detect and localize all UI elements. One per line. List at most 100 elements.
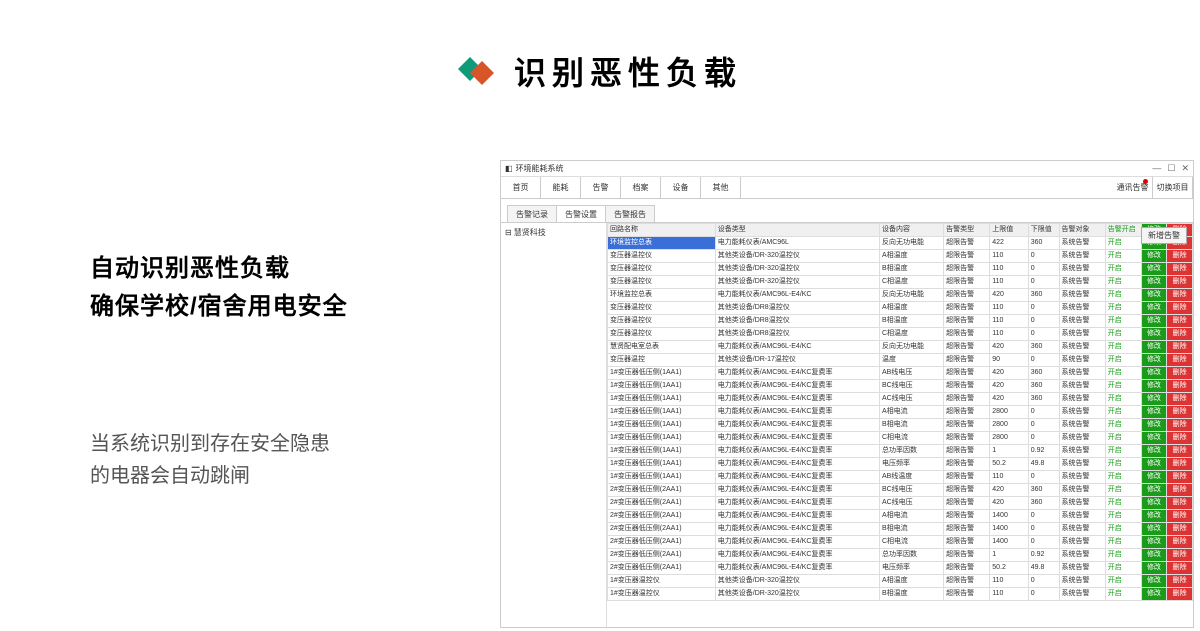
menu-能耗[interactable]: 能耗 <box>541 177 581 198</box>
edit-button[interactable]: 修改 <box>1141 510 1167 523</box>
table-row[interactable]: 环境监控总表电力能耗仪表/AMC96L-E4/KC反向无功电能超限告警42036… <box>608 289 1193 302</box>
tab-告警设置[interactable]: 告警设置 <box>556 205 606 223</box>
delete-button[interactable]: 删除 <box>1167 471 1193 484</box>
delete-button[interactable]: 删除 <box>1167 484 1193 497</box>
delete-button[interactable]: 删除 <box>1167 289 1193 302</box>
menu-right-通讯告警[interactable]: 通讯告警 <box>1113 177 1153 198</box>
edit-button[interactable]: 修改 <box>1141 367 1167 380</box>
tab-告警记录[interactable]: 告警记录 <box>507 205 557 223</box>
tab-告警报告[interactable]: 告警报告 <box>605 205 655 223</box>
edit-button[interactable]: 修改 <box>1141 523 1167 536</box>
menu-其他[interactable]: 其他 <box>701 177 741 198</box>
col-header[interactable]: 设备内容 <box>879 224 943 237</box>
delete-button[interactable]: 删除 <box>1167 536 1193 549</box>
delete-button[interactable]: 删除 <box>1167 250 1193 263</box>
delete-button[interactable]: 删除 <box>1167 458 1193 471</box>
delete-button[interactable]: 删除 <box>1167 562 1193 575</box>
table-row[interactable]: 变压器温控仪其他类设备/DR-320温控仪C相温度超限告警1100系统告警开启修… <box>608 276 1193 289</box>
delete-button[interactable]: 删除 <box>1167 263 1193 276</box>
edit-button[interactable]: 修改 <box>1141 354 1167 367</box>
table-row[interactable]: 1#变压器低压侧(1AA1)电力能耗仪表/AMC96L-E4/KC复费率AB线温… <box>608 471 1193 484</box>
col-header[interactable]: 告警对象 <box>1059 224 1105 237</box>
table-row[interactable]: 变压器温控仪其他类设备/DR8温控仪A相温度超限告警1100系统告警开启修改删除 <box>608 302 1193 315</box>
table-row[interactable]: 2#变压器低压侧(2AA1)电力能耗仪表/AMC96L-E4/KC复费率电压频率… <box>608 562 1193 575</box>
edit-button[interactable]: 修改 <box>1141 328 1167 341</box>
delete-button[interactable]: 删除 <box>1167 523 1193 536</box>
delete-button[interactable]: 删除 <box>1167 406 1193 419</box>
minimize-button[interactable]: — <box>1152 163 1161 174</box>
delete-button[interactable]: 删除 <box>1167 354 1193 367</box>
table-row[interactable]: 2#变压器低压侧(2AA1)电力能耗仪表/AMC96L-E4/KC复费率C相电流… <box>608 536 1193 549</box>
table-row[interactable]: 环境监控总表电力能耗仪表/AMC96L反向无功电能超限告警422360系统告警开… <box>608 237 1193 250</box>
edit-button[interactable]: 修改 <box>1141 302 1167 315</box>
table-row[interactable]: 1#变压器温控仪其他类设备/DR-320温控仪A相温度超限告警1100系统告警开… <box>608 575 1193 588</box>
delete-button[interactable]: 删除 <box>1167 393 1193 406</box>
table-row[interactable]: 2#变压器低压侧(2AA1)电力能耗仪表/AMC96L-E4/KC复费率A相电流… <box>608 510 1193 523</box>
maximize-button[interactable]: ☐ <box>1167 163 1175 174</box>
menu-设备[interactable]: 设备 <box>661 177 701 198</box>
edit-button[interactable]: 修改 <box>1141 588 1167 601</box>
delete-button[interactable]: 删除 <box>1167 549 1193 562</box>
edit-button[interactable]: 修改 <box>1141 497 1167 510</box>
delete-button[interactable]: 删除 <box>1167 445 1193 458</box>
delete-button[interactable]: 删除 <box>1167 276 1193 289</box>
table-row[interactable]: 1#变压器温控仪其他类设备/DR-320温控仪B相温度超限告警1100系统告警开… <box>608 588 1193 601</box>
delete-button[interactable]: 删除 <box>1167 341 1193 354</box>
edit-button[interactable]: 修改 <box>1141 341 1167 354</box>
delete-button[interactable]: 删除 <box>1167 432 1193 445</box>
col-header[interactable]: 下限值 <box>1028 224 1059 237</box>
col-header[interactable]: 设备类型 <box>715 224 879 237</box>
close-button[interactable]: ✕ <box>1181 163 1189 174</box>
delete-button[interactable]: 删除 <box>1167 380 1193 393</box>
table-row[interactable]: 变压器温控仪其他类设备/DR-320温控仪B相温度超限告警1100系统告警开启修… <box>608 263 1193 276</box>
menu-档案[interactable]: 档案 <box>621 177 661 198</box>
delete-button[interactable]: 删除 <box>1167 315 1193 328</box>
edit-button[interactable]: 修改 <box>1141 575 1167 588</box>
col-header[interactable]: 告警开启 <box>1105 224 1141 237</box>
table-row[interactable]: 变压器温控仪其他类设备/DR8温控仪C相温度超限告警1100系统告警开启修改删除 <box>608 328 1193 341</box>
table-row[interactable]: 变压器温控仪其他类设备/DR-320温控仪A相温度超限告警1100系统告警开启修… <box>608 250 1193 263</box>
edit-button[interactable]: 修改 <box>1141 315 1167 328</box>
table-row[interactable]: 1#变压器低压侧(1AA1)电力能耗仪表/AMC96L-E4/KC复费率C相电流… <box>608 432 1193 445</box>
delete-button[interactable]: 删除 <box>1167 575 1193 588</box>
edit-button[interactable]: 修改 <box>1141 549 1167 562</box>
add-alarm-button[interactable]: 新增告警 <box>1141 227 1187 244</box>
table-row[interactable]: 1#变压器低压侧(1AA1)电力能耗仪表/AMC96L-E4/KC复费率A相电流… <box>608 406 1193 419</box>
col-header[interactable]: 告警类型 <box>944 224 990 237</box>
table-row[interactable]: 2#变压器低压侧(2AA1)电力能耗仪表/AMC96L-E4/KC复费率AC线电… <box>608 497 1193 510</box>
edit-button[interactable]: 修改 <box>1141 380 1167 393</box>
edit-button[interactable]: 修改 <box>1141 536 1167 549</box>
edit-button[interactable]: 修改 <box>1141 458 1167 471</box>
table-row[interactable]: 慧贤配电室总表电力能耗仪表/AMC96L-E4/KC反向无功电能超限告警4203… <box>608 341 1193 354</box>
table-row[interactable]: 变压器温控其他类设备/DR-17温控仪温度超限告警900系统告警开启修改删除 <box>608 354 1193 367</box>
menu-首页[interactable]: 首页 <box>501 177 541 198</box>
delete-button[interactable]: 删除 <box>1167 328 1193 341</box>
edit-button[interactable]: 修改 <box>1141 445 1167 458</box>
tree-root-node[interactable]: ⊟ 慧贤科技 <box>505 227 602 238</box>
table-row[interactable]: 2#变压器低压侧(2AA1)电力能耗仪表/AMC96L-E4/KC复费率BC线电… <box>608 484 1193 497</box>
delete-button[interactable]: 删除 <box>1167 510 1193 523</box>
edit-button[interactable]: 修改 <box>1141 484 1167 497</box>
delete-button[interactable]: 删除 <box>1167 367 1193 380</box>
delete-button[interactable]: 删除 <box>1167 419 1193 432</box>
table-row[interactable]: 1#变压器低压侧(1AA1)电力能耗仪表/AMC96L-E4/KC复费率AC线电… <box>608 393 1193 406</box>
table-row[interactable]: 变压器温控仪其他类设备/DR8温控仪B相温度超限告警1100系统告警开启修改删除 <box>608 315 1193 328</box>
table-row[interactable]: 2#变压器低压侧(2AA1)电力能耗仪表/AMC96L-E4/KC复费率B相电流… <box>608 523 1193 536</box>
table-row[interactable]: 1#变压器低压侧(1AA1)电力能耗仪表/AMC96L-E4/KC复费率B相电流… <box>608 419 1193 432</box>
menu-right-切换项目[interactable]: 切换项目 <box>1153 177 1193 198</box>
delete-button[interactable]: 删除 <box>1167 302 1193 315</box>
edit-button[interactable]: 修改 <box>1141 419 1167 432</box>
menu-告警[interactable]: 告警 <box>581 177 621 198</box>
edit-button[interactable]: 修改 <box>1141 263 1167 276</box>
edit-button[interactable]: 修改 <box>1141 562 1167 575</box>
edit-button[interactable]: 修改 <box>1141 250 1167 263</box>
delete-button[interactable]: 删除 <box>1167 497 1193 510</box>
col-header[interactable]: 上限值 <box>990 224 1028 237</box>
edit-button[interactable]: 修改 <box>1141 289 1167 302</box>
table-row[interactable]: 2#变压器低压侧(2AA1)电力能耗仪表/AMC96L-E4/KC复费率总功率因… <box>608 549 1193 562</box>
col-header[interactable]: 回路名称 <box>608 224 716 237</box>
table-row[interactable]: 1#变压器低压侧(1AA1)电力能耗仪表/AMC96L-E4/KC复费率总功率因… <box>608 445 1193 458</box>
table-row[interactable]: 1#变压器低压侧(1AA1)电力能耗仪表/AMC96L-E4/KC复费率电压频率… <box>608 458 1193 471</box>
edit-button[interactable]: 修改 <box>1141 276 1167 289</box>
table-row[interactable]: 1#变压器低压侧(1AA1)电力能耗仪表/AMC96L-E4/KC复费率BC线电… <box>608 380 1193 393</box>
